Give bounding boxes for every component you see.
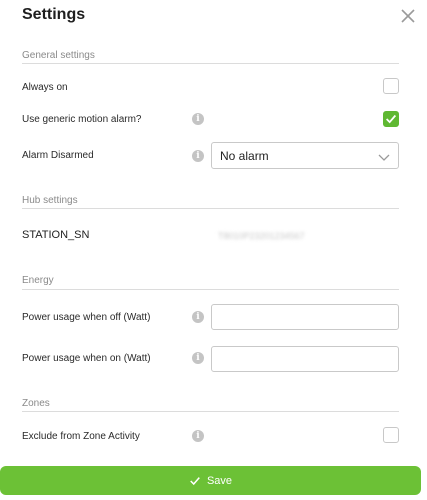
- check-icon: [190, 476, 200, 485]
- info-icon[interactable]: i: [192, 311, 204, 323]
- info-icon[interactable]: i: [192, 113, 204, 125]
- divider: [22, 411, 399, 412]
- close-icon[interactable]: [399, 7, 417, 25]
- divider: [22, 208, 399, 209]
- always-on-label: Always on: [22, 82, 68, 93]
- check-icon: [386, 114, 397, 124]
- alarm-disarmed-label: Alarm Disarmed: [22, 150, 94, 161]
- info-icon[interactable]: i: [192, 352, 204, 364]
- divider: [22, 63, 399, 64]
- save-label: Save: [206, 474, 233, 487]
- section-title-general: General settings: [22, 50, 95, 61]
- always-on-checkbox[interactable]: [383, 78, 399, 94]
- power-off-label: Power usage when off (Watt): [22, 312, 151, 323]
- divider: [22, 289, 399, 290]
- alarm-disarmed-select[interactable]: No alarm: [211, 142, 399, 169]
- exclude-zone-checkbox[interactable]: [383, 427, 399, 443]
- info-icon[interactable]: i: [192, 150, 204, 162]
- exclude-zone-label: Exclude from Zone Activity: [22, 431, 140, 442]
- save-button[interactable]: Save: [0, 466, 421, 495]
- section-title-zones: Zones: [22, 398, 50, 409]
- chevron-down-icon: [378, 154, 390, 161]
- section-title-energy: Energy: [22, 275, 54, 286]
- station-sn-value: T8010P23201234567: [218, 231, 305, 241]
- info-icon[interactable]: i: [192, 430, 204, 442]
- motion-alarm-label: Use generic motion alarm?: [22, 114, 142, 125]
- power-on-label: Power usage when on (Watt): [22, 353, 151, 364]
- power-off-input[interactable]: [211, 304, 399, 330]
- section-title-hub: Hub settings: [22, 195, 78, 206]
- power-on-input[interactable]: [211, 346, 399, 372]
- dialog-title: Settings: [22, 6, 86, 23]
- alarm-disarmed-value: No alarm: [220, 149, 269, 163]
- station-sn-label: STATION_SN: [22, 229, 90, 241]
- motion-alarm-checkbox[interactable]: [383, 111, 399, 127]
